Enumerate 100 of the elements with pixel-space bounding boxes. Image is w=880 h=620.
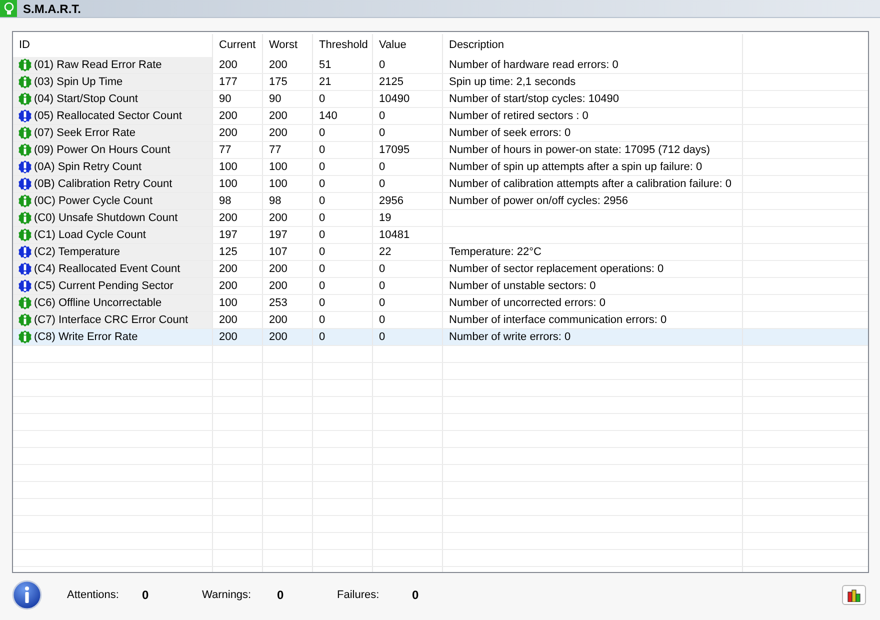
counter-label: Attentions: [67,589,120,601]
table-row[interactable]: (C7) Interface CRC Error Count 200 200 0 0 Number of interface communication errors: 0 [13,312,868,329]
table-cell-text: 0 [318,313,326,328]
table-cell-text: 0 [378,58,386,73]
table-cell-text: 200 [268,262,288,277]
table-cell-text: Number of retired sectors : 0 [448,109,590,124]
table-row[interactable]: (C0) Unsafe Shutdown Count 200 200 0 19 [13,210,868,227]
table-cell-text: 77 [218,143,232,158]
table-row[interactable]: (C6) Offline Uncorrectable 100 253 0 0 Number of uncorrected errors: 0 [13,295,868,312]
table-cell-text: 200 [218,313,238,328]
table-cell-text: 100 [218,296,238,311]
table-cell-text: 0 [318,126,326,141]
table-cell-text: 0 [378,330,386,345]
table-row[interactable]: (C2) Temperature 125 107 0 22 Temperature: 22°C [13,244,868,261]
table-cell-text: 0 [378,160,386,175]
table-cell-text: 253 [268,296,288,311]
table-cell-text: 0 [318,262,326,277]
window-title: S.M.A.R.T. [23,2,82,16]
table-cell-text: 21 [318,75,332,90]
table-row[interactable]: (C8) Write Error Rate 200 200 0 0 Number of write errors: 0 [13,329,868,346]
table-cell-text: (C5) Current Pending Sector [34,279,174,294]
table-cell-text: 200 [218,279,238,294]
table-cell-text: 177 [218,75,238,90]
table-cell-text: 200 [268,279,288,294]
table-cell-text: 0 [378,313,386,328]
counter-value: 0 [277,588,285,602]
table-cell-text: 98 [218,194,232,209]
table-cell-text: Number of hours in power-on state: 17095 (712 days) [448,143,712,158]
table-cell-text: Number of seek errors: 0 [448,126,572,141]
column-header[interactable]: Current [213,34,263,57]
table-cell-text: 19 [378,211,392,226]
column-header[interactable]: Description [443,34,743,57]
column-header[interactable]: ID [13,34,213,57]
table-row[interactable]: (09) Power On Hours Count 77 77 0 17095 Number of hours in power-on state: 17095 (712 days) [13,142,868,159]
column-header[interactable]: Value [373,34,443,57]
table-row[interactable]: (C4) Reallocated Event Count 200 200 0 0 Number of sector replacement operations: 0 [13,261,868,278]
table-cell-text: (C6) Offline Uncorrectable [34,296,162,311]
table-cell-text: (0B) Calibration Retry Count [34,177,172,192]
table-cell-text: (04) Start/Stop Count [34,92,138,107]
table-row[interactable]: (04) Start/Stop Count 90 90 0 10490 Number of start/stop cycles: 10490 [13,91,868,108]
table-cell-text: 0 [378,109,386,124]
table-row[interactable]: (C5) Current Pending Sector 200 200 0 0 Number of unstable sectors: 0 [13,278,868,295]
bar-chart-icon [847,588,861,602]
counter-label: Failures: [337,589,380,601]
table-cell-text: 0 [378,279,386,294]
table-cell-text: 200 [218,262,238,277]
table-row[interactable]: (05) Reallocated Sector Count 200 200 140 0 Number of retired sectors : 0 [13,108,868,125]
table-cell-text: 0 [318,143,326,158]
table-cell-text: (01) Raw Read Error Rate [34,58,162,73]
table-cell-text: 10481 [378,228,411,243]
table-row[interactable]: (0A) Spin Retry Count 100 100 0 0 Number of spin up attempts after a spin up failure: 0 [13,159,868,176]
table-cell-text: 17095 [378,143,411,158]
table-cell-text: 125 [218,245,238,260]
table-cell-text: 2125 [378,75,404,90]
table-cell-text: (C0) Unsafe Shutdown Count [34,211,178,226]
table-cell-text: 0 [378,177,386,192]
table-cell-text: (05) Reallocated Sector Count [34,109,182,124]
table-cell-text: 200 [218,211,238,226]
table-cell-text: (C1) Load Cycle Count [34,228,146,243]
table-cell-text: 0 [378,126,386,141]
info-icon [12,580,42,610]
table-cell-text: 200 [268,109,288,124]
table-cell-text: 0 [378,296,386,311]
table-cell-text: 0 [318,330,326,345]
table-cell-text: 0 [318,296,326,311]
table-cell-text: 10490 [378,92,411,107]
table-cell-text: 0 [318,279,326,294]
table-row[interactable]: (C1) Load Cycle Count 197 197 0 10481 [13,227,868,244]
table-row[interactable]: (0C) Power Cycle Count 98 98 0 2956 Number of power on/off cycles: 2956 [13,193,868,210]
table-cell-text: 200 [268,58,288,73]
column-header[interactable]: Threshold [313,34,373,57]
table-cell-text: 175 [268,75,288,90]
table-row[interactable]: (0B) Calibration Retry Count 100 100 0 0 Number of calibration attempts after a calibration failure: 0 [13,176,868,193]
table-cell-text: 200 [268,330,288,345]
table-cell-text: Spin up time: 2,1 seconds [448,75,577,90]
table-row[interactable]: (03) Spin Up Time 177 175 21 2125 Spin up time: 2,1 seconds [13,74,868,91]
table-cell-text: Number of uncorrected errors: 0 [448,296,607,311]
table-row[interactable]: (01) Raw Read Error Rate 200 200 51 0 Number of hardware read errors: 0 [13,57,868,74]
table-cell-text: Number of start/stop cycles: 10490 [448,92,620,107]
table-cell-text: (07) Seek Error Rate [34,126,136,141]
table-cell-text: Number of calibration attempts after a calibration failure: 0 [448,177,732,192]
table-cell-text: 200 [218,126,238,141]
table-cell-text: (C7) Interface CRC Error Count [34,313,188,328]
table-cell-text: 200 [268,313,288,328]
table-cell-text: Number of spin up attempts after a spin up failure: 0 [448,160,704,175]
table-cell-text: (03) Spin Up Time [34,75,123,90]
counter-label: Warnings: [202,589,252,601]
table-cell-text: (0A) Spin Retry Count [34,160,142,175]
table-cell-text: 0 [318,92,326,107]
table-row[interactable]: (07) Seek Error Rate 200 200 0 0 Number of seek errors: 0 [13,125,868,142]
table-cell-text: 0 [318,245,326,260]
table-cell-text: 0 [378,262,386,277]
table-cell-text: Number of interface communication errors: 0 [448,313,668,328]
table-cell-text: Number of unstable sectors: 0 [448,279,597,294]
table-cell-text: 0 [318,211,326,226]
chart-button[interactable] [842,585,866,605]
table-cell-text: (09) Power On Hours Count [34,143,170,158]
column-header[interactable]: Worst [263,34,313,57]
table-cell-text: 22 [378,245,392,260]
table-cell-text: 100 [268,160,288,175]
